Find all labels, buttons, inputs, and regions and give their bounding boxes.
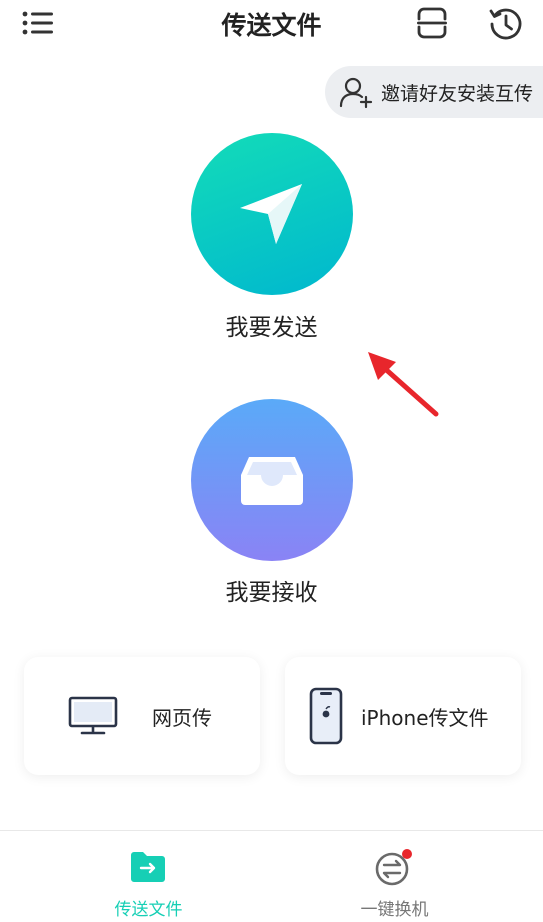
page-title: 传送文件: [221, 11, 322, 40]
history-clock-icon[interactable]: [488, 6, 524, 42]
notification-dot: [402, 849, 412, 859]
add-user-icon: [339, 77, 373, 109]
paper-plane-icon: [240, 184, 302, 244]
receive-label: 我要接收: [225, 580, 318, 606]
iphone-transfer-card[interactable]: iPhone传文件: [285, 657, 521, 775]
inbox-tray-icon: [241, 457, 303, 505]
iphone-transfer-label: iPhone传文件: [361, 705, 489, 730]
invite-label: 邀请好友安装互传: [381, 82, 534, 105]
swap-arrows-icon: [375, 849, 412, 886]
folder-transfer-icon: [131, 852, 165, 882]
tab-transfer-files[interactable]: 传送文件: [13, 831, 284, 922]
receive-button[interactable]: [191, 399, 353, 561]
send-button[interactable]: [191, 133, 353, 295]
web-transfer-label: 网页传: [152, 705, 212, 730]
monitor-icon: [68, 696, 118, 735]
send-label: 我要发送: [225, 315, 318, 341]
top-bar: 传送文件: [0, 0, 543, 46]
web-transfer-card[interactable]: 网页传: [24, 657, 260, 775]
tab-transfer-label: 传送文件: [114, 900, 183, 920]
watermark: php 中文网: [460, 897, 543, 922]
invite-friends-button[interactable]: 邀请好友安装互传: [325, 66, 543, 118]
transfer-page: 传送文件 邀请好友安装互传 我要发送 我要接收 网页传 iPhone传文件 传送…: [0, 0, 543, 922]
red-arrow-icon: [368, 352, 439, 417]
iphone-icon: [309, 687, 343, 745]
scan-frame-icon[interactable]: [415, 7, 449, 39]
watermark-text: php 中文网: [464, 902, 539, 919]
